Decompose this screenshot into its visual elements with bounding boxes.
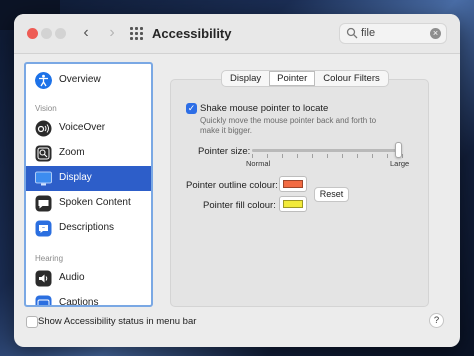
pointer-size-min-label: Normal [246,159,271,168]
slider-tick [252,154,253,158]
slider-tick [387,154,388,158]
accessibility-icon [35,72,52,89]
back-button[interactable]: ‹ [76,23,96,43]
sidebar-item-spoken-content[interactable]: Spoken Content [26,191,151,216]
voiceover-icon [35,120,52,137]
slider-tick [297,154,298,158]
show-status-checkbox[interactable] [26,316,38,328]
pointer-size-max-label: Large [390,159,410,168]
slider-tick [402,154,403,158]
speech-bubble-icon [35,195,52,212]
slider-tick [357,154,358,158]
outline-colour-swatch [283,180,303,188]
outline-colour-well[interactable] [279,176,307,192]
slider-tick [267,154,268,158]
sidebar-item-label: Display [59,172,92,183]
sidebar-item-label: Zoom [59,147,85,158]
display-icon [35,171,52,186]
sidebar-item-captions[interactable]: Captions [26,291,151,307]
sidebar-item-label: Audio [59,272,85,283]
slider-tick [327,154,328,158]
descriptions-icon: “” [35,220,52,237]
sidebar-item-voiceover[interactable]: VoiceOver [26,116,151,141]
section-header-vision: Vision [35,104,57,113]
close-window-button[interactable] [27,28,38,39]
pointer-size-label: Pointer size: [198,146,251,157]
zoom-window-button[interactable] [55,28,66,39]
slider-tick [282,154,283,158]
fill-colour-label: Pointer fill colour: [203,200,276,211]
slider-tick [312,154,313,158]
section-header-hearing: Hearing [35,254,64,263]
minimize-window-button[interactable] [41,28,52,39]
fill-colour-well[interactable] [279,196,307,212]
outline-colour-label: Pointer outline colour: [186,180,278,191]
shake-pointer-help-text: Quickly move the mouse pointer back and … [200,116,377,135]
shake-pointer-checkbox[interactable]: ✓ [186,103,197,114]
title-bar: ‹ › Accessibility file × [14,14,460,54]
sidebar-item-audio[interactable]: Audio [26,266,151,291]
sidebar-item-zoom[interactable]: Zoom [26,141,151,166]
sidebar-item-overview[interactable]: Overview [26,68,151,93]
pointer-size-slider-fill [252,149,399,152]
fill-colour-swatch [283,200,303,208]
zoom-icon [35,145,52,162]
slider-tick [372,154,373,158]
show-all-grid-icon[interactable] [130,27,144,41]
tab-bar: Display Pointer Colour Filters [221,70,389,87]
pointer-size-slider-thumb[interactable] [395,142,402,158]
sidebar-item-display[interactable]: Display [26,166,151,191]
search-icon [346,27,358,39]
tab-pointer[interactable]: Pointer [269,71,316,86]
sidebar-item-label: VoiceOver [59,122,106,133]
clear-search-icon[interactable]: × [430,28,441,39]
search-input[interactable]: file [361,27,375,39]
forward-button[interactable]: › [102,23,122,43]
search-field[interactable]: file × [339,23,447,44]
captions-icon [35,295,52,305]
window-title: Accessibility [152,26,232,41]
shake-pointer-label[interactable]: Shake mouse pointer to locate [200,103,328,114]
tab-display[interactable]: Display [222,71,269,86]
sidebar-item-label: Descriptions [59,222,115,233]
sidebar-item-label: Overview [59,74,101,85]
sidebar-item-label: Spoken Content [59,197,131,208]
slider-tick [342,154,343,158]
sidebar: Overview Vision VoiceOver Zoom Display S… [24,62,153,307]
reset-colours-button[interactable]: Reset [314,187,349,202]
sidebar-item-label: Captions [59,297,99,307]
system-preferences-window: ‹ › Accessibility file × Overview Vision… [14,14,460,347]
tab-colour-filters[interactable]: Colour Filters [315,71,388,86]
speaker-icon [35,270,52,287]
show-status-label[interactable]: Show Accessibility status in menu bar [38,316,196,327]
sidebar-item-descriptions[interactable]: “” Descriptions [26,216,151,241]
pointer-size-slider[interactable] [252,149,402,152]
help-button[interactable]: ? [429,313,444,328]
svg-text:“”: “” [42,226,45,231]
